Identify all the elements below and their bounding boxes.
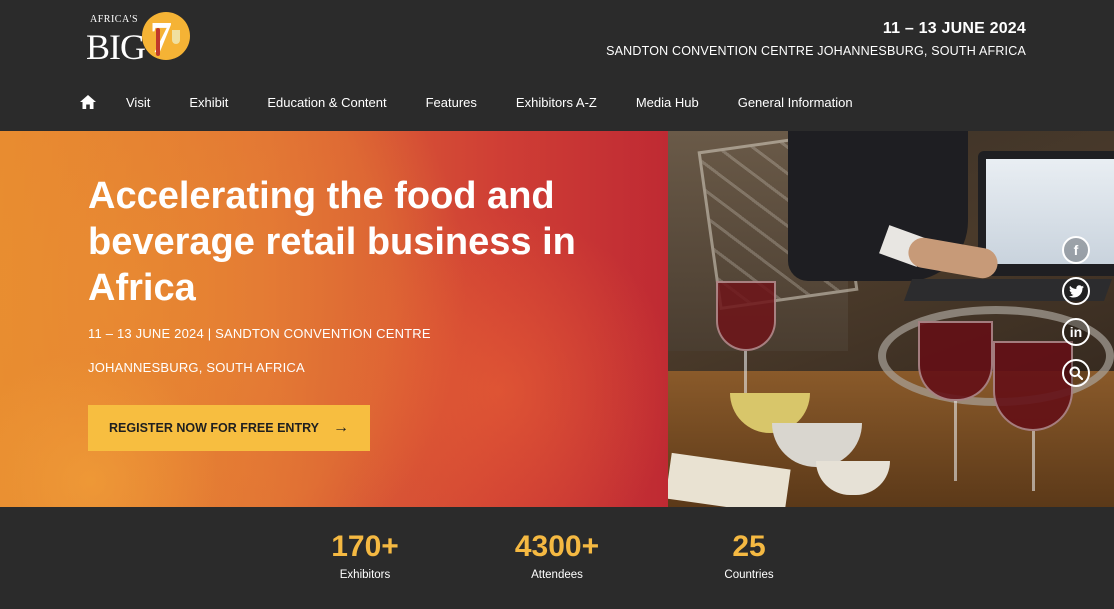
wine-glass-icon: [172, 30, 180, 44]
stat-label: Countries: [724, 569, 774, 581]
logo-small-text: AFRICA'S: [90, 14, 139, 25]
logo-seven-text: 7: [150, 13, 172, 62]
home-icon[interactable]: [80, 95, 96, 109]
photo-glass-stem: [1032, 431, 1035, 491]
stat-value: 170+: [331, 530, 399, 563]
main-nav: Visit Exhibit Education & Content Featur…: [80, 94, 892, 110]
nav-item-media-hub[interactable]: Media Hub: [636, 95, 699, 110]
hero-headline: Accelerating the food and beverage retai…: [88, 175, 576, 309]
photo-wine-glass: [716, 281, 776, 351]
facebook-icon[interactable]: f: [1062, 236, 1090, 264]
hero-photo: f in: [668, 131, 1114, 507]
stat-exhibitors: 170+ Exhibitors: [285, 529, 445, 581]
arrow-right-icon: →: [332, 419, 349, 436]
stat-countries: 25 Countries: [669, 529, 829, 581]
event-venue: SANDTON CONVENTION CENTRE JOHANNESBURG, …: [606, 44, 1026, 58]
search-icon[interactable]: [1062, 359, 1090, 387]
nav-item-visit[interactable]: Visit: [126, 95, 150, 110]
stat-value: 25: [732, 530, 766, 563]
photo-laptop-screen: [986, 159, 1114, 264]
event-dates: 11 – 13 JUNE 2024: [882, 20, 1026, 37]
logo-big-text: BIG: [86, 27, 146, 67]
hero-subtitle-line-2: JOHANNESBURG, SOUTH AFRICA: [88, 360, 305, 375]
hero-section: Accelerating the food and beverage retai…: [0, 131, 1114, 507]
photo-glass-stem: [954, 401, 957, 481]
fork-icon: [156, 28, 160, 56]
logo-seven-badge: 7: [142, 12, 190, 62]
stats-bar: 170+ Exhibitors 4300+ Attendees 25 Count…: [0, 507, 1114, 609]
hero-banner: Accelerating the food and beverage retai…: [0, 131, 668, 507]
hero-subtitle-line-1: 11 – 13 JUNE 2024 | SANDTON CONVENTION C…: [88, 326, 431, 341]
stat-label: Attendees: [531, 569, 583, 581]
register-now-button[interactable]: REGISTER NOW FOR FREE ENTRY →: [88, 405, 370, 451]
register-button-label: REGISTER NOW FOR FREE ENTRY: [109, 421, 319, 435]
nav-item-features[interactable]: Features: [426, 95, 477, 110]
nav-item-general-information[interactable]: General Information: [738, 95, 853, 110]
linkedin-icon[interactable]: in: [1062, 318, 1090, 346]
africas-big-7-logo[interactable]: AFRICA'S BIG 7: [86, 10, 196, 70]
nav-item-education-content[interactable]: Education & Content: [267, 95, 386, 110]
stat-value: 4300+: [514, 530, 600, 563]
stat-label: Exhibitors: [339, 569, 391, 581]
photo-wine-glass: [993, 341, 1073, 431]
twitter-icon[interactable]: [1062, 277, 1090, 305]
nav-item-exhibit[interactable]: Exhibit: [189, 95, 228, 110]
stat-attendees: 4300+ Attendees: [477, 529, 637, 581]
photo-wine-glass: [918, 321, 993, 401]
site-header: AFRICA'S BIG 7 11 – 13 JUNE 2024 SANDTON…: [0, 0, 1114, 131]
nav-item-exhibitors-a-z[interactable]: Exhibitors A-Z: [516, 95, 597, 110]
